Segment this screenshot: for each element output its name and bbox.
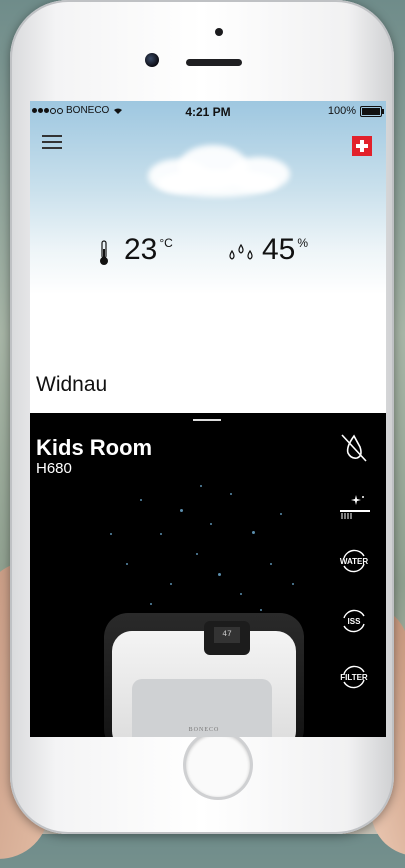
battery-icon (360, 105, 384, 117)
home-button[interactable] (186, 733, 250, 797)
humidifier-brand: BONECO (188, 727, 220, 733)
weather-panel: BONECO 4:21 PM 100% 23 °C 45 % Widnau (30, 101, 386, 413)
humidifier-display: 47 (204, 621, 250, 655)
humidity-drops-icon (229, 243, 253, 260)
temperature-unit: °C (159, 236, 173, 250)
humidifier-display-value: 47 (214, 627, 240, 643)
filter-refresh-icon (343, 665, 365, 689)
swiss-flag-icon[interactable] (352, 136, 372, 156)
filter-button[interactable]: FILTER (336, 659, 372, 695)
earpiece-speaker (186, 59, 242, 66)
ionizer-brush-icon (340, 495, 370, 519)
cloud-illustration (138, 141, 298, 197)
humidifier-image: BONECO 47 (104, 613, 304, 737)
room-name: Kids Room (36, 435, 153, 460)
no-water-button[interactable] (336, 429, 372, 465)
humidity-value: 45 (262, 233, 296, 266)
app-screen: BONECO 4:21 PM 100% 23 °C 45 % Widnau Ki… (30, 101, 386, 737)
drag-handle[interactable] (193, 419, 221, 421)
device-panel[interactable]: Kids Room H680 WATER ISS FILTER BONECO 4… (30, 413, 386, 737)
status-right: 100% (327, 105, 384, 117)
temperature-readout: 23 °C (98, 234, 173, 266)
iss-button[interactable]: ISS (336, 603, 372, 639)
menu-icon[interactable] (42, 135, 62, 149)
iss-refresh-icon (343, 609, 365, 633)
humidity-readout: 45 % (226, 234, 308, 266)
ionizer-button[interactable] (336, 489, 372, 525)
proximity-sensor (215, 28, 223, 36)
no-water-icon (341, 434, 367, 462)
battery-percent: 100% (327, 105, 356, 117)
water-refresh-icon (343, 549, 365, 573)
status-bar: BONECO 4:21 PM 100% (30, 101, 386, 121)
water-button[interactable]: WATER (336, 543, 372, 579)
temperature-value: 23 (124, 233, 158, 266)
device-model: H680 (36, 460, 72, 477)
thermometer-icon (100, 240, 108, 265)
front-camera (145, 53, 159, 67)
humidity-unit: % (297, 236, 309, 250)
city-label: Widnau (36, 373, 108, 396)
